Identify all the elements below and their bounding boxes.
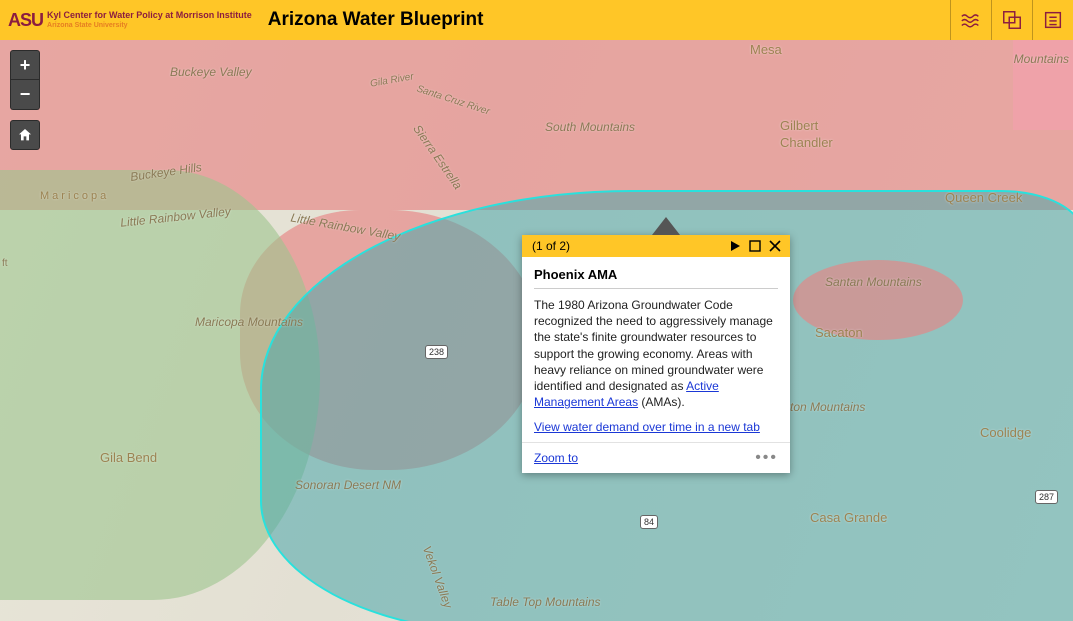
popup-dock-button[interactable] <box>746 237 764 255</box>
popup-more-actions-button[interactable]: ••• <box>755 454 778 462</box>
popup-footer: Zoom to ••• <box>522 442 790 473</box>
logo-line-2: Arizona State University <box>47 22 252 29</box>
zoom-in-button[interactable]: + <box>10 50 40 80</box>
home-button[interactable] <box>10 120 40 150</box>
label-table-top: Table Top Mountains <box>490 595 601 609</box>
popup-header: (1 of 2) <box>522 235 790 257</box>
popup-body: Phoenix AMA The 1980 Arizona Groundwater… <box>522 257 790 442</box>
map-canvas[interactable]: Buckeye Valley Buckeye Hills Little Rain… <box>0 40 1073 621</box>
close-icon <box>769 240 781 252</box>
popup-view-link-row: View water demand over time in a new tab <box>534 420 778 434</box>
city-maricopa: Maricopa <box>40 190 109 202</box>
header-tools <box>950 0 1073 40</box>
city-coolidge: Coolidge <box>980 425 1031 440</box>
popup-description: The 1980 Arizona Groundwater Code recogn… <box>534 297 778 410</box>
zoom-controls: + − <box>10 50 40 150</box>
popup-next-button[interactable] <box>726 237 744 255</box>
label-south-mtns: South Mountains <box>545 120 635 134</box>
maximize-icon <box>749 240 761 252</box>
popup-pager: (1 of 2) <box>532 239 570 253</box>
city-mesa: Mesa <box>750 42 782 57</box>
city-gilbert: Gilbert <box>780 118 818 133</box>
popup-zoom-to-link[interactable]: Zoom to <box>534 451 578 465</box>
label-mtns-e: ton Mountains <box>790 400 865 414</box>
page-title: Arizona Water Blueprint <box>268 9 484 31</box>
org-logo[interactable]: ASU Kyl Center for Water Policy at Morri… <box>0 0 260 40</box>
city-chandler: Chandler <box>780 135 833 150</box>
label-sonoran-nm: Sonoran Desert NM <box>295 478 401 492</box>
feature-popup: (1 of 2) Phoenix AMA The 1980 Arizona Gr… <box>522 235 790 473</box>
popup-close-button[interactable] <box>766 237 784 255</box>
label-santan: Santan Mountains <box>825 275 922 289</box>
label-ft: ft <box>2 258 8 269</box>
city-casa-grande: Casa Grande <box>810 510 887 525</box>
popup-pointer <box>652 217 680 235</box>
city-sacaton: Sacaton <box>815 325 863 340</box>
popup-desc-text-1: The 1980 Arizona Groundwater Code recogn… <box>534 298 773 393</box>
route-238: 238 <box>425 345 448 359</box>
popup-desc-text-2: (AMAs). <box>638 395 685 409</box>
city-queen-creek: Queen Creek <box>945 190 1022 205</box>
route-287: 287 <box>1035 490 1058 504</box>
logo-asu-mark: ASU <box>8 10 43 31</box>
popup-title: Phoenix AMA <box>534 267 778 289</box>
popup-view-demand-link[interactable]: View water demand over time in a new tab <box>534 420 760 434</box>
legend-icon[interactable] <box>1032 0 1073 40</box>
city-gila-bend: Gila Bend <box>100 450 157 465</box>
label-buckeye-valley: Buckeye Valley <box>170 65 252 79</box>
layers-water-icon[interactable] <box>950 0 991 40</box>
play-icon <box>729 240 741 252</box>
home-icon <box>17 127 33 143</box>
app-header: ASU Kyl Center for Water Policy at Morri… <box>0 0 1073 40</box>
logo-line-1: Kyl Center for Water Policy at Morrison … <box>47 11 252 20</box>
layers-stack-icon[interactable] <box>991 0 1032 40</box>
route-84: 84 <box>640 515 658 529</box>
zoom-out-button[interactable]: − <box>10 80 40 110</box>
label-maricopa-mtns: Maricopa Mountains <box>195 315 303 329</box>
label-mtns-ne: Mountains <box>1014 52 1069 66</box>
